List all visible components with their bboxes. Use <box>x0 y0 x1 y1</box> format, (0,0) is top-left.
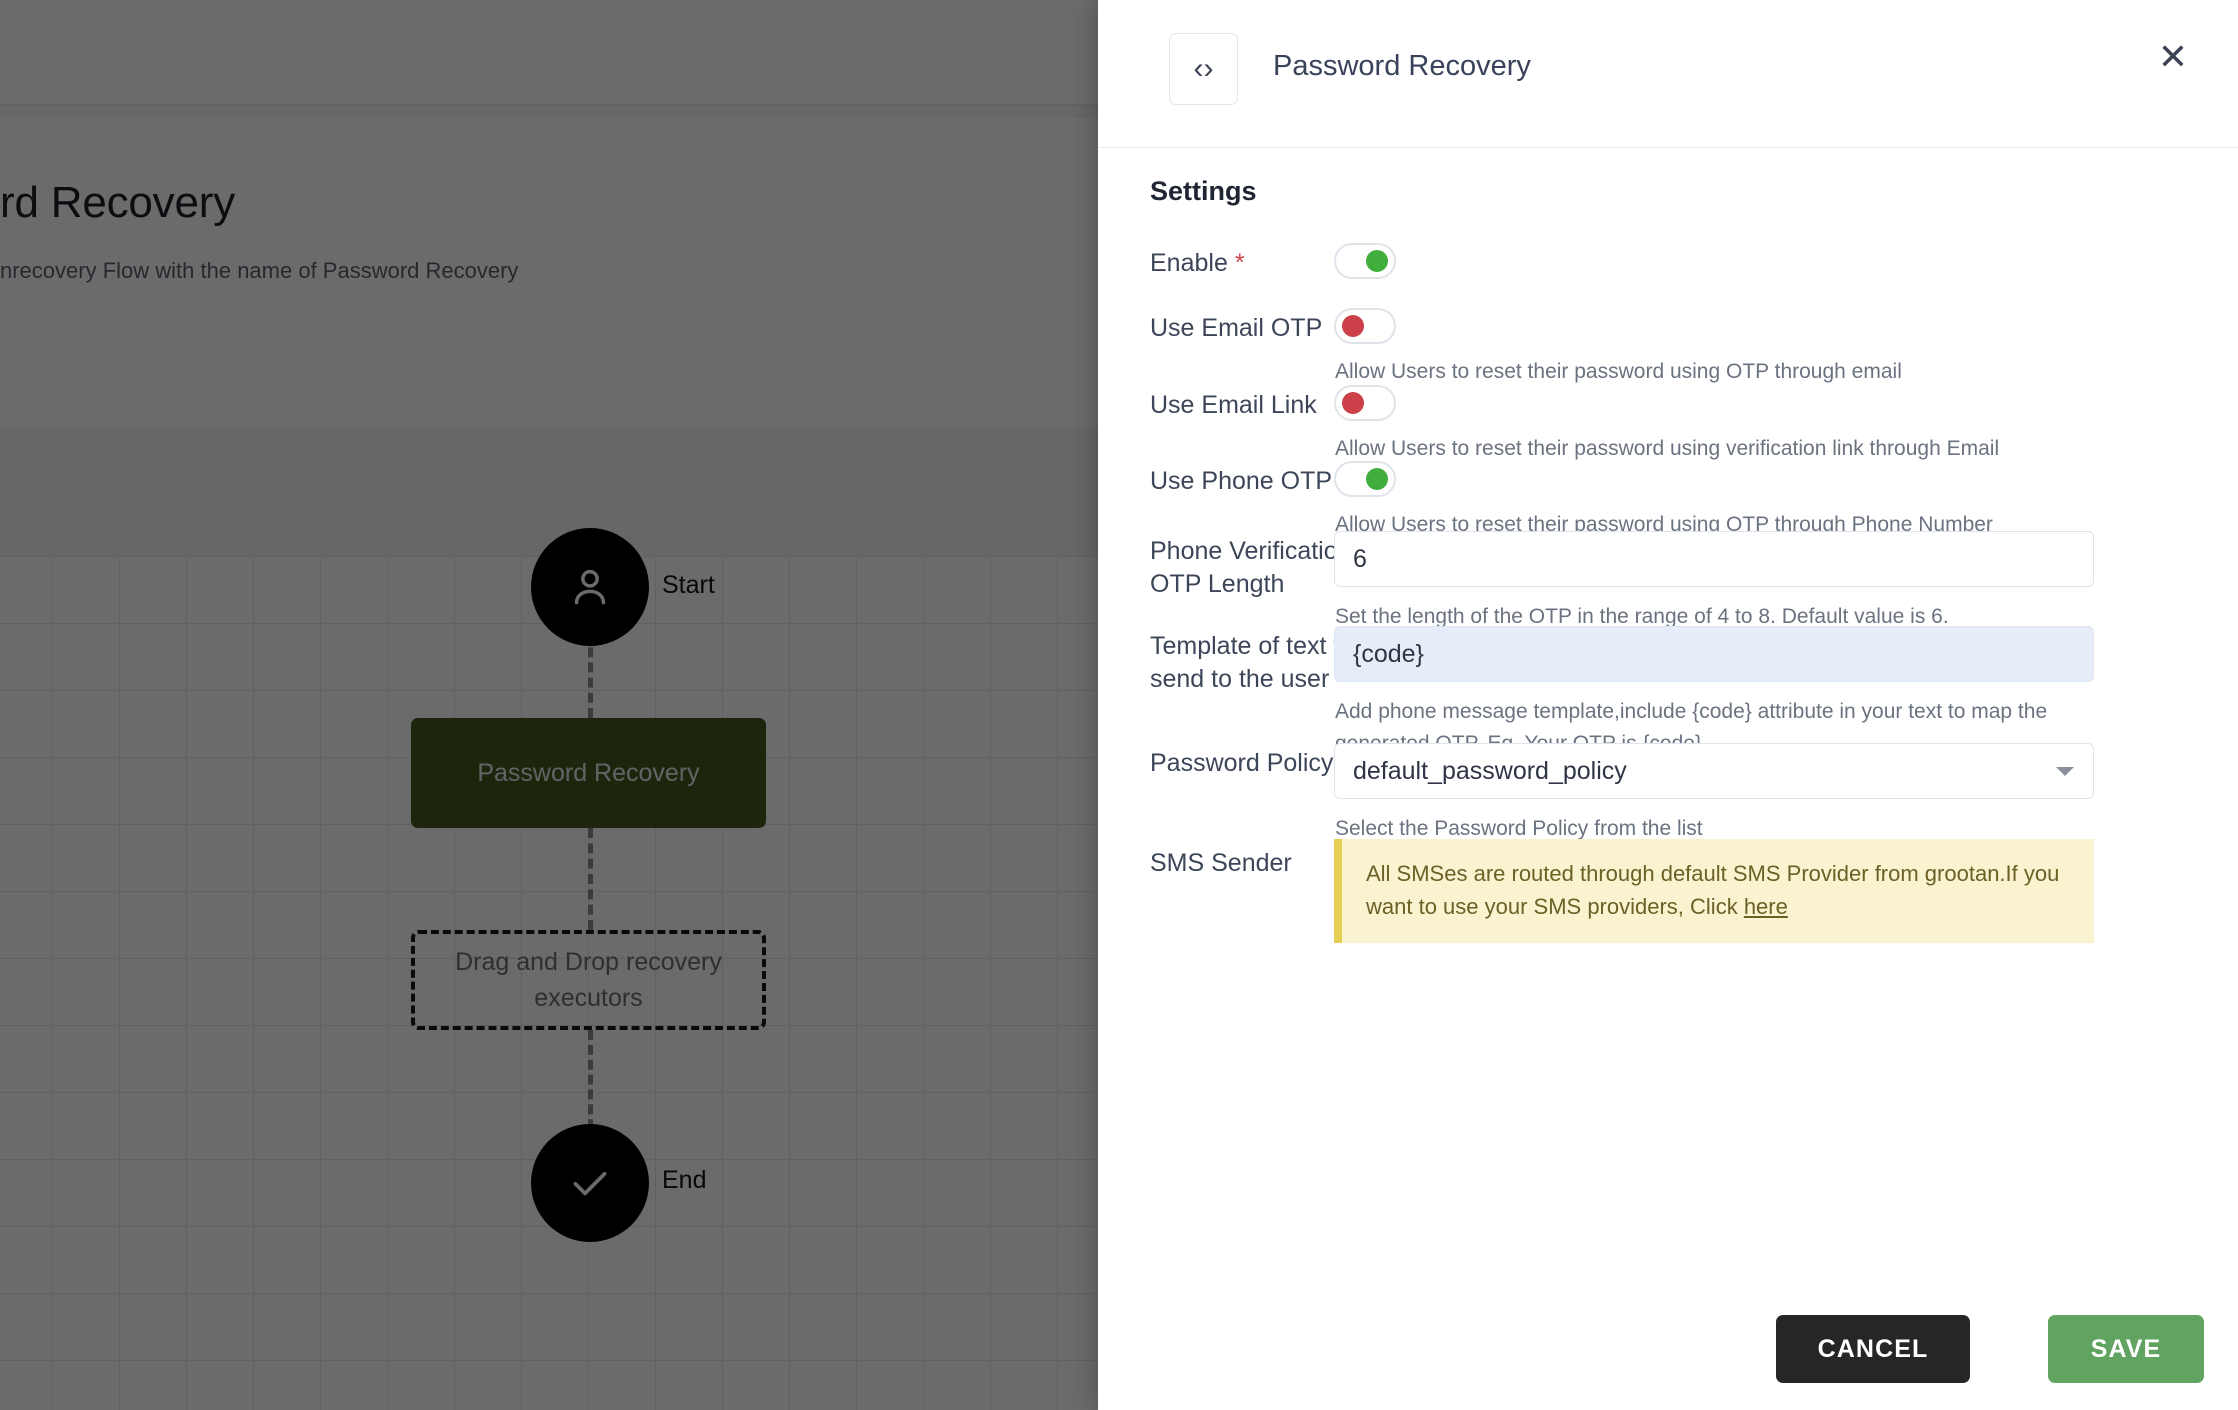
toggle-knob <box>1366 468 1388 490</box>
helper-use-email-link: Allow Users to reset their password usin… <box>1335 437 2000 460</box>
toggle-knob <box>1342 392 1364 414</box>
otp-length-input[interactable] <box>1334 531 2094 587</box>
drawer-title: Password Recovery <box>1273 50 1531 82</box>
sms-provider-alert: All SMSes are routed through default SMS… <box>1334 839 2094 943</box>
required-marker: * <box>1234 249 1245 277</box>
alert-text: All SMSes are routed through default SMS… <box>1366 861 2060 919</box>
otp-length-input-wrap <box>1334 531 2094 587</box>
toggle-use-email-link-wrap <box>1334 385 1396 421</box>
password-policy-select[interactable]: default_password_policy <box>1334 743 2094 799</box>
helper-use-email-otp: Allow Users to reset their password usin… <box>1335 360 1902 383</box>
toggle-knob <box>1366 250 1388 272</box>
toggle-use-phone-otp[interactable] <box>1334 461 1396 497</box>
settings-drawer: ‹› Password Recovery ✕ Settings Enable *… <box>1098 0 2238 1410</box>
toggle-use-phone-otp-wrap <box>1334 461 1396 497</box>
sms-template-input[interactable] <box>1334 626 2094 682</box>
sms-provider-link[interactable]: here <box>1744 894 1788 919</box>
drawer-header: ‹› Password Recovery ✕ <box>1098 0 2238 148</box>
code-icon: ‹› <box>1169 33 1238 105</box>
toggle-enable[interactable] <box>1334 243 1396 279</box>
toggle-enable-wrap <box>1334 243 1396 279</box>
drawer-body: Settings Enable * Use Email OTP Allow Us… <box>1098 149 2238 1267</box>
toggle-use-email-otp-wrap <box>1334 308 1396 344</box>
settings-heading: Settings <box>1150 176 1257 206</box>
cancel-button[interactable]: CANCEL <box>1776 1315 1970 1383</box>
sms-template-input-wrap <box>1334 626 2094 682</box>
close-icon[interactable]: ✕ <box>2146 30 2200 84</box>
password-policy-select-wrap: default_password_policy <box>1334 743 2094 799</box>
drawer-footer: CANCEL SAVE <box>1098 1267 2238 1410</box>
toggle-knob <box>1342 315 1364 337</box>
sms-sender-alert-wrap: All SMSes are routed through default SMS… <box>1334 839 2094 943</box>
toggle-use-email-otp[interactable] <box>1334 308 1396 344</box>
toggle-use-email-link[interactable] <box>1334 385 1396 421</box>
save-button[interactable]: SAVE <box>2048 1315 2204 1383</box>
